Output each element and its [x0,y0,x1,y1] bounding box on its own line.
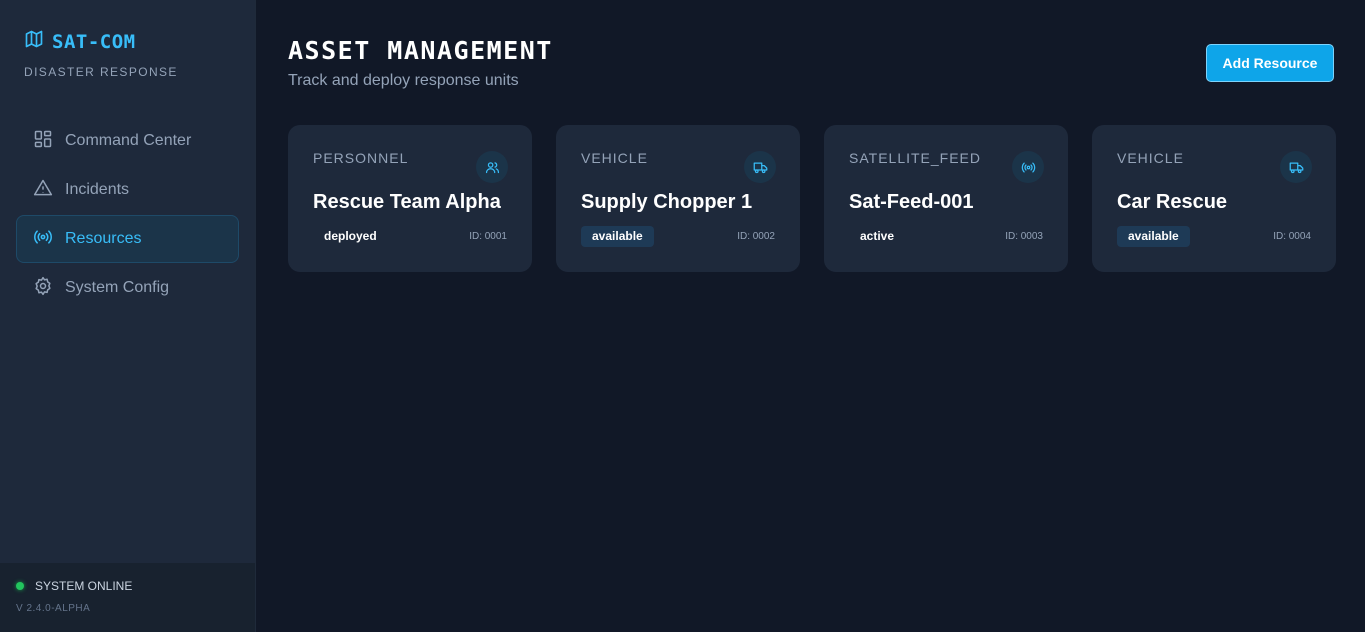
system-status-panel: SYSTEM ONLINE V 2.4.0-ALPHA [0,563,255,632]
map-icon [24,29,44,54]
truck-icon [1280,151,1312,183]
brand-title: SAT-COM [52,30,136,53]
sidebar-item-label: Incidents [65,181,130,198]
resource-name: Sat-Feed-001 [849,191,974,213]
resource-card[interactable]: VEHICLE Car Rescue available ID: 0004 [1092,125,1336,272]
sidebar-item-command-center[interactable]: Command Center [16,117,239,165]
version-label: V 2.4.0-ALPHA [16,603,91,614]
status-indicator-dot [16,582,24,590]
sidebar-item-label: Command Center [65,132,192,149]
resource-name: Rescue Team Alpha [313,191,501,213]
resource-id: ID: 0002 [737,231,775,242]
status-badge: available [1117,226,1190,247]
brand: SAT-COM DISASTER RESPONSE [24,29,178,80]
add-resource-button[interactable]: Add Resource [1206,44,1334,82]
resource-id: ID: 0001 [469,231,507,242]
status-badge: active [860,229,895,243]
page-title: ASSET MANAGEMENT [288,36,553,65]
sidebar-item-resources[interactable]: Resources [16,215,239,263]
resource-name: Supply Chopper 1 [581,191,753,213]
sidebar-item-label: System Config [65,279,170,296]
status-badge: available [581,226,654,247]
brand-subtitle: DISASTER RESPONSE [24,65,178,79]
grid-icon [33,129,53,154]
sidebar-item-label: Resources [65,230,142,247]
users-icon [476,151,508,183]
alert-triangle-icon [33,178,53,203]
resource-id: ID: 0004 [1273,231,1311,242]
truck-icon [744,151,776,183]
page-subtitle: Track and deploy response units [288,72,519,89]
gear-icon [33,276,53,301]
system-status-label: SYSTEM ONLINE [35,579,133,593]
sidebar: SAT-COM DISASTER RESPONSE Command Center… [0,0,256,632]
sidebar-item-system-config[interactable]: System Config [16,264,239,312]
resource-card[interactable]: VEHICLE Supply Chopper 1 available ID: 0… [556,125,800,272]
resource-name: Car Rescue [1117,191,1228,213]
resource-card[interactable]: PERSONNEL Rescue Team Alpha deployed ID:… [288,125,532,272]
radio-signal-icon [33,227,53,252]
sidebar-item-incidents[interactable]: Incidents [16,166,239,214]
radio-signal-icon [1012,151,1044,183]
sidebar-nav: Command Center Incidents Resources Syste… [16,117,239,313]
resource-card-grid: PERSONNEL Rescue Team Alpha deployed ID:… [288,125,1336,272]
resource-card[interactable]: SATELLITE_FEED Sat-Feed-001 active ID: 0… [824,125,1068,272]
status-badge: deployed [324,229,377,243]
resource-id: ID: 0003 [1005,231,1043,242]
